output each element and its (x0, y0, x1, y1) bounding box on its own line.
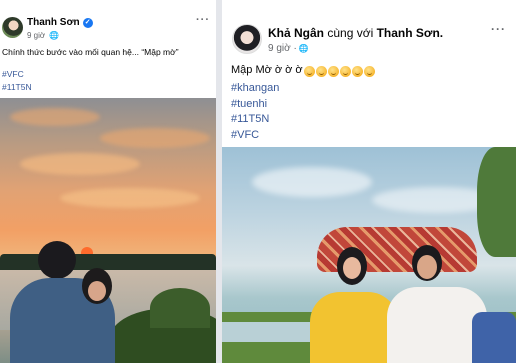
treeline-shape (0, 254, 216, 270)
author-line: Khả Ngân cùng với Thanh Sơn. (268, 26, 443, 40)
author-name[interactable]: Thanh Sơn ✓ (27, 17, 93, 28)
smiling-face-icon (339, 65, 351, 77)
hashtag-link[interactable]: #11T5N (231, 112, 279, 128)
smiling-face-icon (363, 65, 375, 77)
post-card-right: Khả Ngân cùng với Thanh Sơn. 9 giờ · 🌐 ··… (222, 0, 516, 363)
more-options-icon[interactable]: ··· (196, 14, 210, 26)
smiling-face-icon (303, 65, 315, 77)
post-photo[interactable] (222, 147, 516, 363)
face-shape (343, 257, 361, 279)
hashtag-list: #khangan #tuenhi #11T5N #VFC (231, 81, 279, 143)
post-timestamp[interactable]: 9 giờ 🌐 (27, 31, 59, 40)
tree-shape (477, 147, 516, 257)
hashtag-list: #VFC #11T5N (2, 68, 32, 93)
author-avatar[interactable] (232, 24, 262, 54)
hashtag-link[interactable]: #VFC (2, 68, 32, 81)
person-head-shape (38, 241, 76, 279)
emoji-row (303, 65, 375, 77)
smiling-face-icon (315, 65, 327, 77)
face-shape (88, 281, 106, 301)
timestamp-text[interactable]: 9 giờ · (268, 43, 297, 54)
author-name-text[interactable]: Thanh Sơn (27, 17, 80, 28)
globe-icon: 🌐 (298, 44, 309, 53)
water-shape (222, 322, 322, 342)
smiling-face-icon (327, 65, 339, 77)
tagged-user[interactable]: Thanh Sơn. (377, 26, 444, 40)
post-caption: Mập Mờ ờ ờ ờ (231, 64, 375, 77)
hashtag-link[interactable]: #tuenhi (231, 97, 279, 113)
post-card-left: Thanh Sơn ✓ 9 giờ 🌐 ··· Chính thức bước v… (0, 0, 216, 363)
smiling-face-icon (351, 65, 363, 77)
globe-icon: 🌐 (49, 31, 60, 40)
caption-text: Mập Mờ ờ ờ ờ (231, 64, 303, 76)
bush-shape (150, 288, 210, 328)
post-photo[interactable] (0, 98, 216, 363)
yellow-dress-shape (310, 292, 398, 363)
verified-badge-icon: ✓ (82, 18, 93, 28)
cloud-shape (10, 108, 100, 126)
author-name[interactable]: Khả Ngân (268, 26, 324, 40)
hashtag-link[interactable]: #khangan (231, 81, 279, 97)
face-shape (417, 255, 437, 279)
cloud-shape (20, 153, 140, 175)
post-caption: Chính thức bước vào mối quan hệ... “Mập … (2, 47, 179, 57)
blue-jacket-shape (472, 312, 516, 363)
post-timestamp[interactable]: 9 giờ · 🌐 (268, 43, 309, 54)
hashtag-link[interactable]: #11T5N (2, 81, 32, 94)
author-avatar[interactable] (2, 17, 23, 38)
cloud-shape (100, 128, 210, 148)
with-text: cùng với (327, 26, 374, 40)
hashtag-link[interactable]: #VFC (231, 128, 279, 144)
timestamp-text[interactable]: 9 giờ (27, 31, 45, 40)
cloud-shape (252, 167, 372, 197)
cloud-shape (60, 188, 200, 208)
more-options-icon[interactable]: ··· (491, 22, 506, 36)
